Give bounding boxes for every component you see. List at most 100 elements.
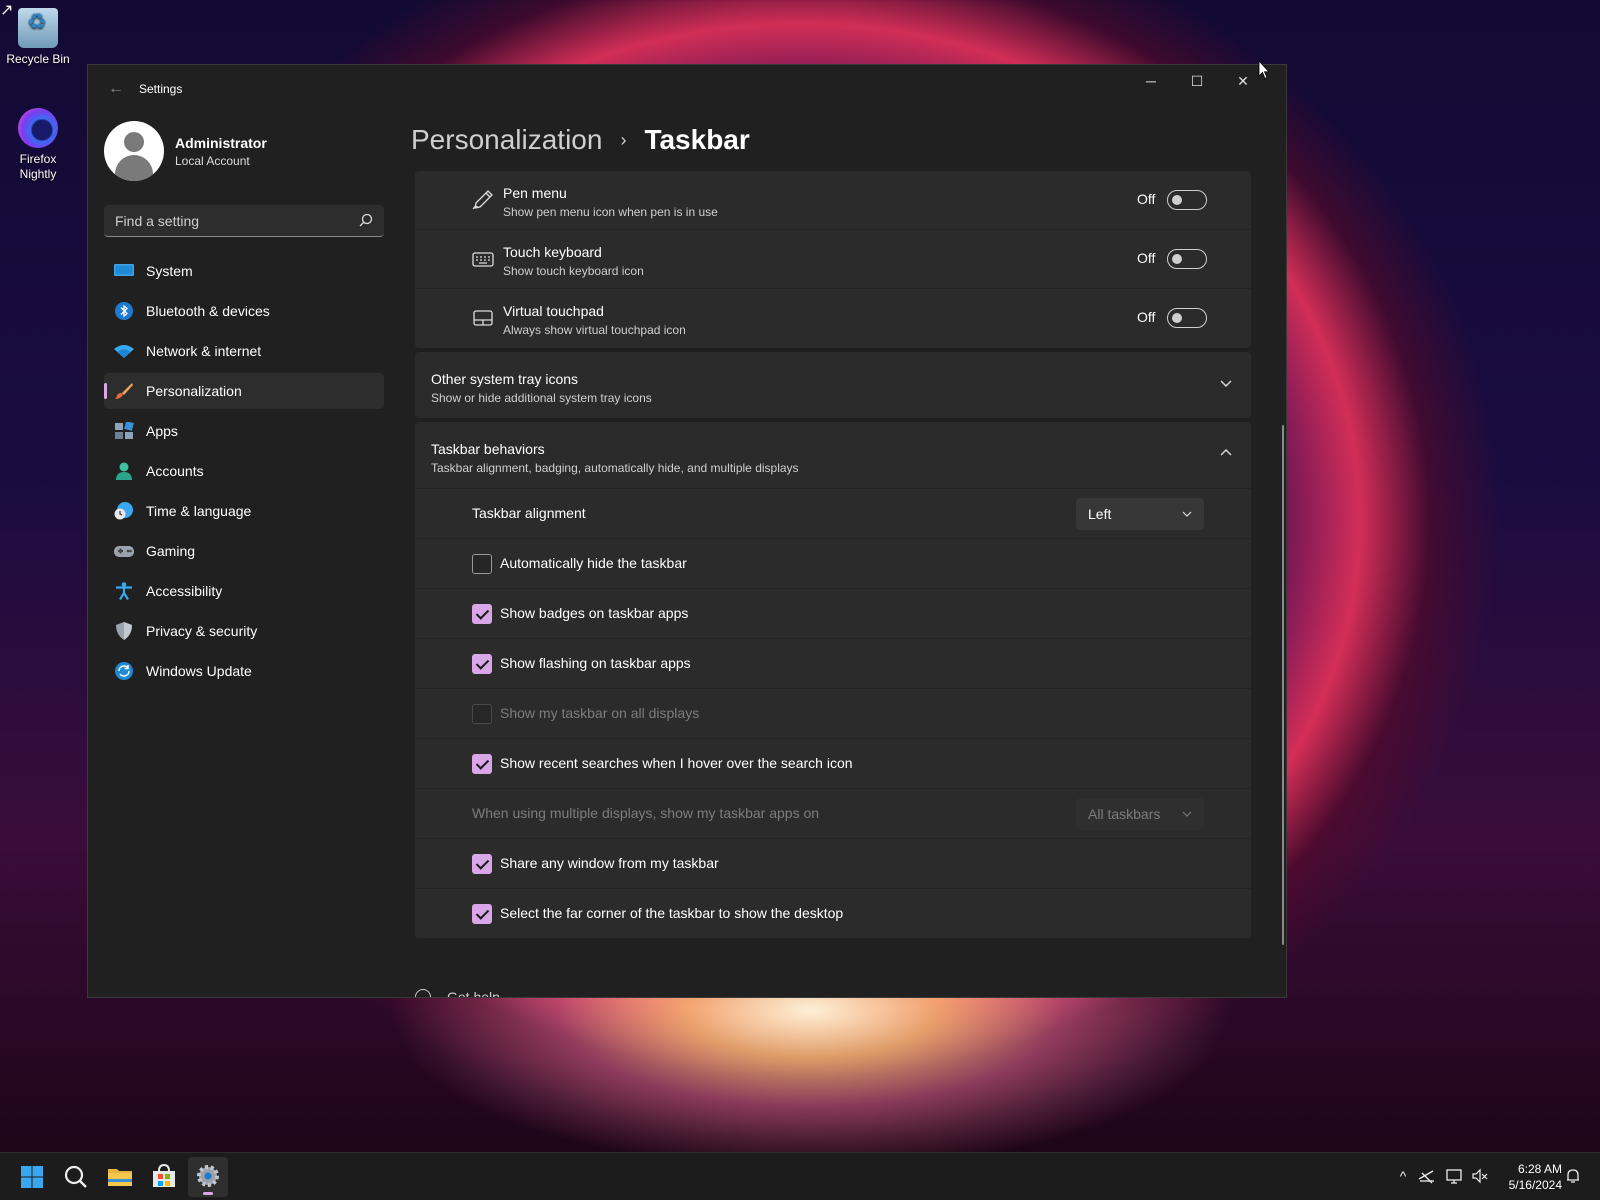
breadcrumb-personalization[interactable]: Personalization <box>411 124 602 156</box>
notifications-icon[interactable] <box>1564 1167 1582 1185</box>
sidebar-item-label: Accounts <box>146 463 204 479</box>
user-profile[interactable]: Administrator Local Account <box>104 121 384 185</box>
sidebar-item-accounts[interactable]: Accounts <box>104 453 384 489</box>
accessibility-icon <box>116 582 132 600</box>
active-indicator <box>203 1192 213 1195</box>
flashing-checkbox[interactable] <box>472 654 492 674</box>
row-label: Taskbar alignment <box>472 505 586 521</box>
sidebar-item-network[interactable]: Network & internet <box>104 333 384 369</box>
virtual-touchpad-toggle[interactable] <box>1167 308 1207 328</box>
chevron-up-icon <box>1220 449 1232 456</box>
virtual-touchpad-row: Virtual touchpad Always show virtual tou… <box>415 289 1251 348</box>
sidebar-item-time-language[interactable]: Time & language <box>104 493 384 529</box>
vertical-scrollbar[interactable] <box>1282 425 1284 945</box>
auto-hide-row: Automatically hide the taskbar <box>415 538 1251 588</box>
display-icon[interactable] <box>1445 1167 1463 1185</box>
sidebar-item-windows-update[interactable]: Windows Update <box>104 653 384 689</box>
touch-keyboard-toggle[interactable] <box>1167 249 1207 269</box>
multiple-displays-row: When using multiple displays, show my ta… <box>415 788 1251 838</box>
title-bar: ← Settings ─ ☐ ✕ <box>88 65 1286 113</box>
clock-globe-icon <box>114 502 133 520</box>
taskbar-behaviors-header[interactable]: Taskbar behaviors Taskbar alignment, bad… <box>415 422 1251 488</box>
sidebar-item-personalization[interactable]: Personalization <box>104 373 384 409</box>
chevron-down-icon <box>1182 811 1192 817</box>
chevron-down-icon <box>1182 511 1192 517</box>
sidebar-item-label: Network & internet <box>146 343 262 359</box>
avatar <box>104 121 164 181</box>
sidebar-item-gaming[interactable]: Gaming <box>104 533 384 569</box>
search-box[interactable] <box>104 205 384 237</box>
search-input[interactable] <box>104 205 344 236</box>
start-button[interactable] <box>12 1157 52 1197</box>
sidebar-item-label: Gaming <box>146 543 196 559</box>
dropdown-value: All taskbars <box>1088 806 1161 822</box>
network-disconnected-icon[interactable] <box>1418 1167 1436 1185</box>
sidebar-item-apps[interactable]: Apps <box>104 413 384 449</box>
chevron-up-icon[interactable]: ^ <box>1394 1167 1412 1185</box>
settings-taskbar-button[interactable] <box>188 1157 228 1197</box>
badges-checkbox[interactable] <box>472 604 492 624</box>
help-icon <box>415 989 431 997</box>
other-system-tray-icons-section[interactable]: Other system tray icons Show or hide add… <box>415 352 1251 418</box>
desktop-icon-firefox-nightly[interactable]: Firefox Nightly <box>0 108 76 182</box>
store-icon <box>153 1163 175 1187</box>
taskbar-alignment-row: Taskbar alignment Left <box>415 488 1251 538</box>
keyboard-icon <box>472 252 494 267</box>
row-title: Pen menu <box>503 185 567 201</box>
auto-hide-checkbox[interactable] <box>472 554 492 574</box>
toggle-state-label: Off <box>1137 191 1156 207</box>
row-description: Show pen menu icon when pen is in use <box>503 205 718 219</box>
desktop-icon-recycle-bin[interactable]: Recycle Bin <box>0 8 76 67</box>
sidebar-item-label: Bluetooth & devices <box>146 303 270 319</box>
maximize-button[interactable]: ☐ <box>1174 65 1220 97</box>
sidebar-item-label: Apps <box>146 423 178 439</box>
checkbox-label: Show flashing on taskbar apps <box>500 655 691 671</box>
badges-row: Show badges on taskbar apps <box>415 588 1251 638</box>
toggle-state-label: Off <box>1137 250 1156 266</box>
page-title: Taskbar <box>644 124 750 155</box>
checkbox-label: Share any window from my taskbar <box>500 855 719 871</box>
mouse-cursor-icon <box>1258 60 1270 80</box>
shield-icon <box>116 622 132 640</box>
far-corner-checkbox[interactable] <box>472 904 492 924</box>
sidebar-item-label: Accessibility <box>146 583 223 599</box>
volume-muted-icon[interactable] <box>1471 1167 1489 1185</box>
gamepad-icon <box>114 546 134 557</box>
checkbox-label: Select the far corner of the taskbar to … <box>500 905 844 921</box>
back-arrow-icon[interactable]: ← <box>104 77 128 101</box>
sidebar-nav: System Bluetooth & devices Network & int… <box>104 253 384 693</box>
sidebar-item-label: Personalization <box>146 383 242 399</box>
taskbar-behaviors-card: Taskbar behaviors Taskbar alignment, bad… <box>415 422 1251 938</box>
all-displays-checkbox <box>472 704 492 724</box>
profile-name: Administrator <box>175 135 267 151</box>
sidebar-item-label: Windows Update <box>146 663 252 679</box>
taskbar-clock[interactable]: 6:28 AM 5/16/2024 <box>1498 1161 1562 1193</box>
row-title: Touch keyboard <box>503 244 602 260</box>
file-explorer-button[interactable] <box>100 1157 140 1197</box>
sidebar-item-accessibility[interactable]: Accessibility <box>104 573 384 609</box>
checkbox-label: Show recent searches when I hover over t… <box>500 755 853 771</box>
update-icon <box>115 662 133 680</box>
sidebar-item-system[interactable]: System <box>104 253 384 289</box>
sidebar-item-privacy-security[interactable]: Privacy & security <box>104 613 384 649</box>
share-window-row: Share any window from my taskbar <box>415 838 1251 888</box>
all-displays-row: Show my taskbar on all displays <box>415 688 1251 738</box>
row-title: Virtual touchpad <box>503 303 604 319</box>
pen-menu-toggle[interactable] <box>1167 190 1207 210</box>
chevron-right-icon: › <box>620 129 627 150</box>
taskbar-alignment-dropdown[interactable]: Left <box>1076 498 1204 530</box>
taskbar-search-button[interactable] <box>56 1157 96 1197</box>
wifi-icon <box>114 345 134 358</box>
store-button[interactable] <box>144 1157 184 1197</box>
brush-icon <box>115 383 133 399</box>
checkbox-label: Automatically hide the taskbar <box>500 555 687 571</box>
sidebar-item-bluetooth[interactable]: Bluetooth & devices <box>104 293 384 329</box>
apps-icon <box>115 422 134 439</box>
minimize-button[interactable]: ─ <box>1128 65 1174 97</box>
clock-date: 5/16/2024 <box>1508 1178 1562 1192</box>
bluetooth-icon <box>115 302 133 320</box>
recent-searches-checkbox[interactable] <box>472 754 492 774</box>
search-icon <box>64 1165 87 1188</box>
share-window-checkbox[interactable] <box>472 854 492 874</box>
get-help-link[interactable]: Get help <box>415 989 500 997</box>
